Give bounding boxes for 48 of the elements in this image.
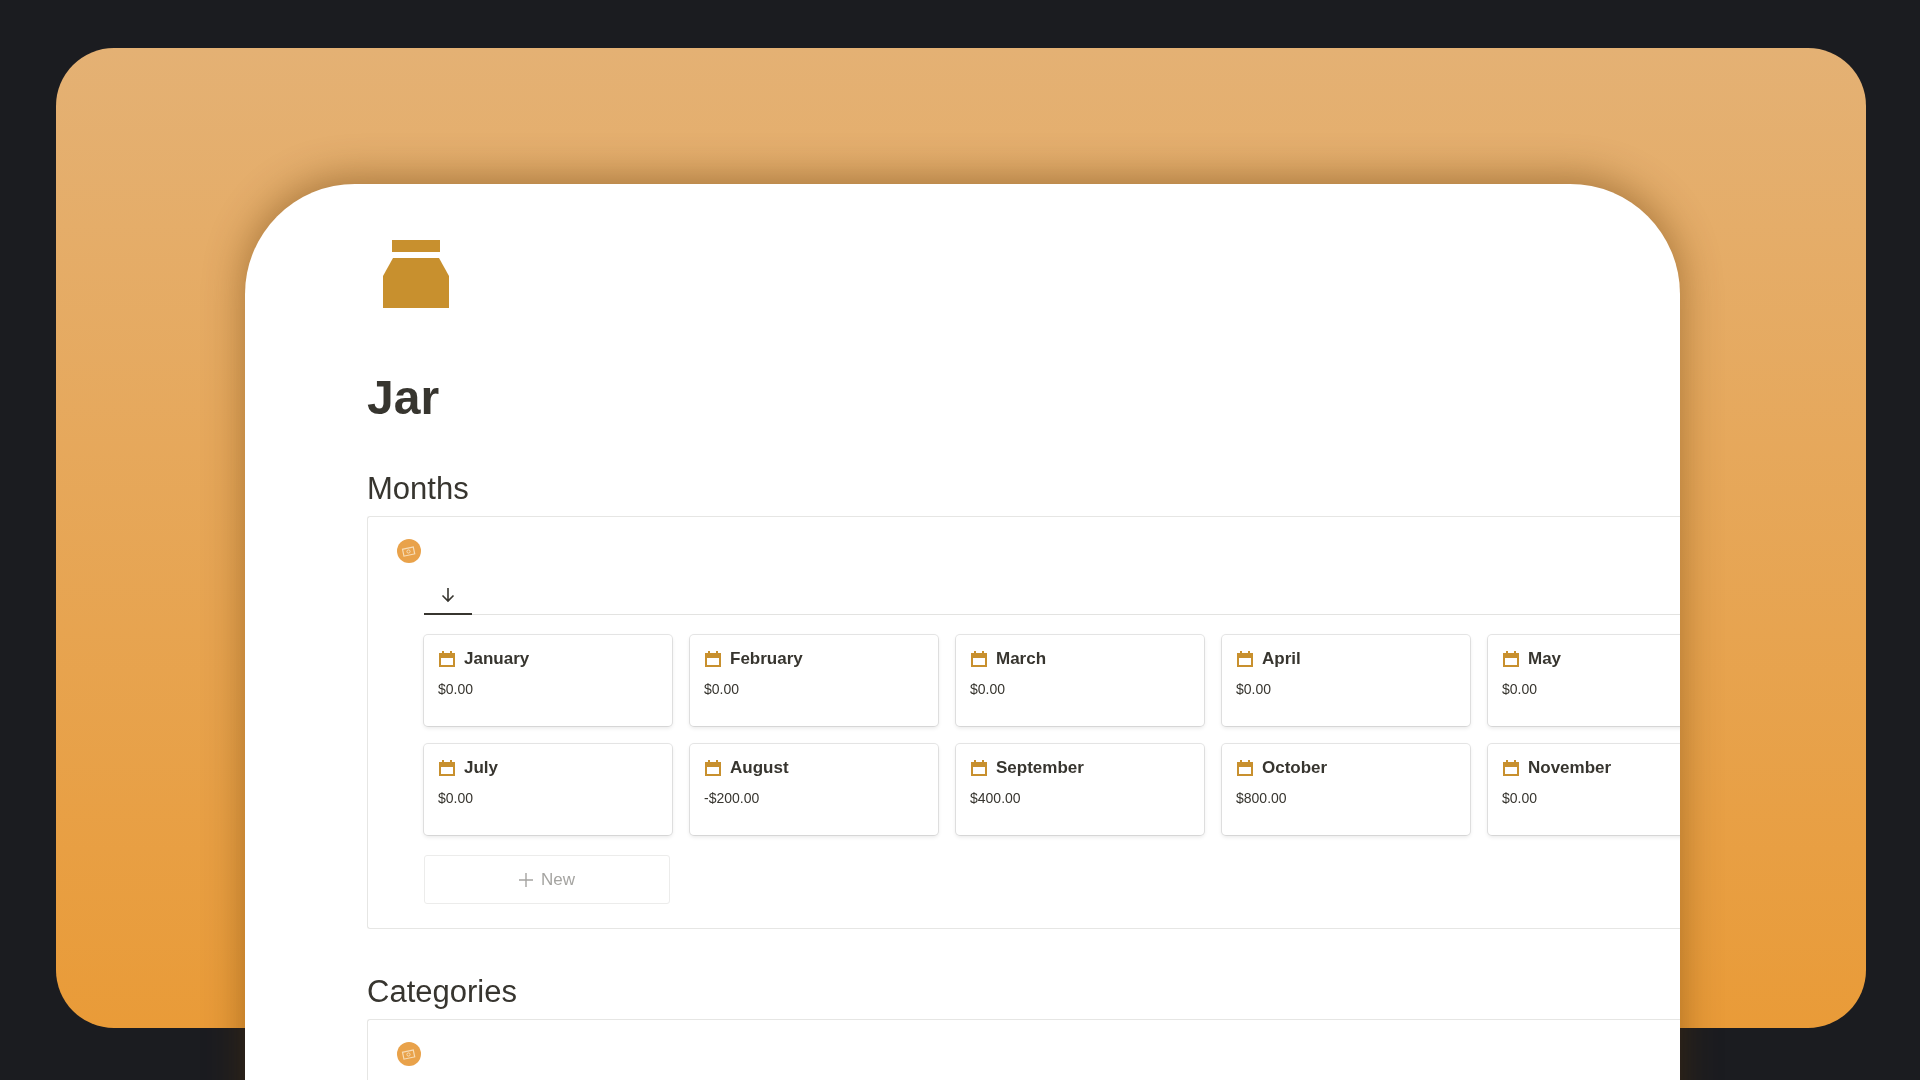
month-card[interactable]: March $0.00	[956, 635, 1204, 726]
calendar-icon	[1502, 759, 1520, 777]
calendar-icon	[1502, 650, 1520, 668]
calendar-icon	[438, 759, 456, 777]
cash-icon	[397, 1042, 421, 1066]
month-card[interactable]: October $800.00	[1222, 744, 1470, 835]
cash-icon	[397, 539, 421, 563]
card-title: November	[1528, 758, 1612, 778]
section-heading: Categories	[367, 973, 517, 1011]
card-value: $0.00	[1502, 790, 1538, 806]
calendar-icon	[1236, 650, 1254, 668]
plus-icon	[519, 872, 533, 887]
calendar-icon	[1236, 759, 1254, 777]
card-title: August	[730, 758, 789, 778]
card-title: May	[1528, 649, 1562, 669]
month-card[interactable]: February $0.00	[690, 635, 938, 726]
card-title: October	[1262, 758, 1328, 778]
month-card[interactable]: September $400.00	[956, 744, 1204, 835]
calendar-icon	[704, 759, 722, 777]
card-title: February	[730, 649, 803, 669]
card-title: January	[464, 649, 530, 669]
card-value: $800.00	[1236, 790, 1287, 806]
month-card[interactable]: July $0.00	[424, 744, 672, 835]
card-value: $0.00	[1236, 681, 1272, 697]
section-heading: Months	[367, 470, 469, 508]
month-card[interactable]: January $0.00	[424, 635, 672, 726]
card-value: $0.00	[970, 681, 1006, 697]
calendar-icon	[704, 650, 722, 668]
card-title: July	[464, 758, 499, 778]
card-value: $0.00	[704, 681, 740, 697]
calendar-icon	[970, 759, 988, 777]
card-value: $0.00	[438, 681, 474, 697]
month-card[interactable]: August -$200.00	[690, 744, 938, 835]
card-value: $0.00	[1502, 681, 1538, 697]
card-value: -$200.00	[704, 790, 760, 806]
card-title: March	[996, 649, 1047, 669]
month-card[interactable]: May $0.00	[1488, 635, 1680, 726]
page-title: Jar	[367, 370, 440, 426]
card-value: $400.00	[970, 790, 1021, 806]
month-card[interactable]: April $0.00	[1222, 635, 1470, 726]
arrow-down-icon	[441, 587, 455, 603]
card-value: $0.00	[438, 790, 474, 806]
card-title: September	[996, 758, 1084, 778]
card-title: April	[1262, 649, 1301, 669]
calendar-icon	[438, 650, 456, 668]
calendar-icon	[970, 650, 988, 668]
jar-icon	[383, 240, 451, 308]
month-card[interactable]: November $0.00	[1488, 744, 1680, 835]
